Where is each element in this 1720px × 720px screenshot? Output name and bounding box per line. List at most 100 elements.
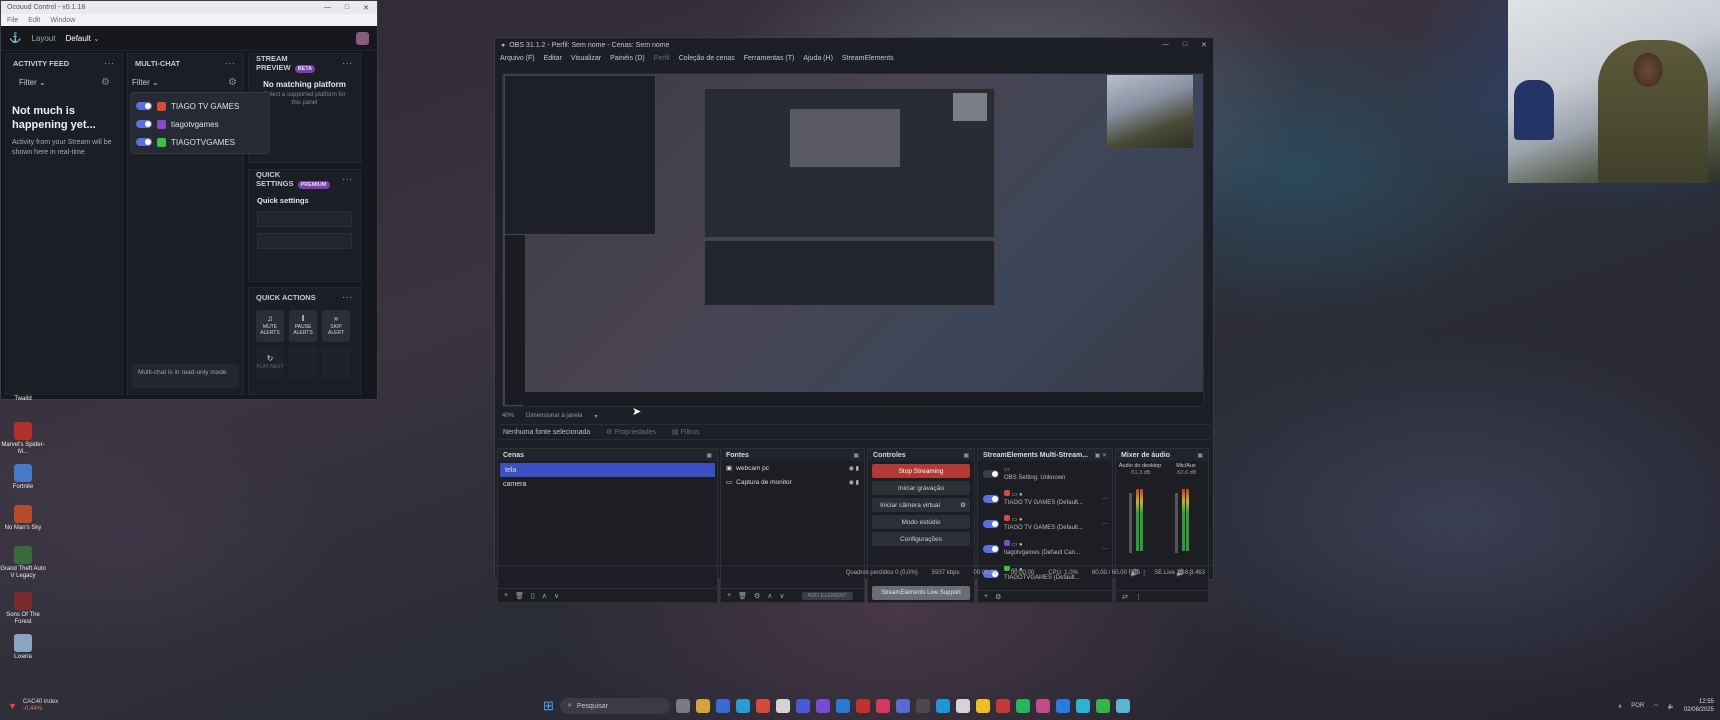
more-icon[interactable]: ···: [1102, 521, 1112, 527]
taskbar-app-icon[interactable]: [935, 699, 950, 713]
taskbar-app-icon[interactable]: [1035, 699, 1050, 713]
multistream-row[interactable]: ▭ ● tiagotvgames (Default Can... ···: [978, 536, 1112, 561]
menu-edit[interactable]: Edit: [28, 17, 40, 24]
multichat-filter-dropdown[interactable]: Filter ⌄: [132, 78, 159, 87]
minimize-icon[interactable]: —: [324, 4, 331, 12]
menu-edit[interactable]: Editar: [544, 55, 562, 62]
quick-action-slot[interactable]: [289, 347, 317, 379]
menu-window[interactable]: Window: [50, 17, 75, 24]
taskbar-app-icon[interactable]: [695, 699, 710, 713]
close-icon[interactable]: ✕: [1201, 41, 1207, 49]
stop-streaming-button[interactable]: Stop Streaming: [872, 464, 970, 478]
taskbar-app-icon[interactable]: [1075, 699, 1090, 713]
avatar[interactable]: [356, 31, 369, 45]
studio-mode-button[interactable]: Modo estúdio: [872, 515, 970, 529]
platform-item[interactable]: TIAGO TV GAMES: [131, 97, 269, 115]
desktop-icon[interactable]: Grand Theft Auto V Legacy: [0, 546, 46, 580]
arrow-down-icon[interactable]: ∨: [779, 592, 784, 600]
taskbar-app-icon[interactable]: [875, 699, 890, 713]
activity-filter-dropdown[interactable]: Filter ⌄: [19, 78, 46, 87]
chevron-up-icon[interactable]: ∧: [1618, 703, 1622, 710]
add-icon[interactable]: +: [984, 593, 988, 600]
source-item[interactable]: ▭ Captura de monitor ◉ ▮: [721, 475, 864, 489]
undock-icon[interactable]: ▣: [963, 452, 969, 459]
menu-profile[interactable]: Perfil: [654, 55, 670, 62]
start-recording-button[interactable]: Iniciar gravação: [872, 481, 970, 495]
undock-icon[interactable]: ▣: [853, 452, 859, 459]
recycle-bin-icon[interactable]: Lixeira: [0, 634, 46, 661]
multistream-row[interactable]: ▭ ● TIAGO TV GAMES (Default... ···: [978, 511, 1112, 536]
wifi-icon[interactable]: ◠: [1653, 703, 1658, 710]
taskbar-app-icon[interactable]: [1115, 699, 1130, 713]
tray-language[interactable]: POR: [1631, 703, 1644, 709]
anchor-icon[interactable]: ⚓: [9, 33, 21, 44]
volume-slider[interactable]: [1175, 493, 1178, 553]
skip-alert-button[interactable]: » SKIP ALERT: [322, 310, 350, 342]
taskbar-app-icon[interactable]: [855, 699, 870, 713]
filters-button[interactable]: ▤ Filtros: [672, 428, 700, 436]
gear-icon[interactable]: ⚙: [995, 593, 1001, 601]
taskbar-app-icon[interactable]: [755, 699, 770, 713]
arrow-up-icon[interactable]: ∧: [542, 592, 547, 600]
maximize-icon[interactable]: □: [345, 4, 349, 12]
menu-docks[interactable]: Painéis (D): [610, 55, 645, 62]
stream-toggle[interactable]: [983, 494, 999, 503]
quick-action-slot[interactable]: [322, 347, 350, 379]
pause-alerts-button[interactable]: ‖ PAUSE ALERTS: [289, 310, 317, 342]
gear-icon[interactable]: ⚙: [101, 77, 110, 88]
quick-setting-field[interactable]: [257, 233, 352, 249]
taskbar-app-icon[interactable]: [1055, 699, 1070, 713]
menu-streamelements[interactable]: StreamElements: [842, 55, 894, 62]
close-icon[interactable]: ▣ ✕: [1095, 452, 1107, 459]
taskbar-app-icon[interactable]: [915, 699, 930, 713]
add-icon[interactable]: +: [727, 592, 731, 599]
arrow-up-icon[interactable]: ∧: [767, 592, 772, 600]
taskbar-app-icon[interactable]: [975, 699, 990, 713]
multistream-row[interactable]: ▭ ● TIAGO TV GAMES (Default... ···: [978, 486, 1112, 511]
taskbar-app-icon[interactable]: [715, 699, 730, 713]
maximize-icon[interactable]: □: [1183, 41, 1187, 49]
platform-toggle[interactable]: [136, 102, 152, 110]
taskbar-app-icon[interactable]: [1095, 699, 1110, 713]
add-element-button[interactable]: ADD ELEMENT: [801, 591, 853, 600]
clock[interactable]: 12:55 02/08/2025: [1684, 698, 1714, 714]
speaker-icon[interactable]: 🔈: [1667, 703, 1674, 710]
undock-icon[interactable]: ▣: [1197, 452, 1203, 459]
more-icon[interactable]: ···: [343, 175, 354, 184]
zoom-mode-select[interactable]: Dimensionar à janela: [526, 413, 582, 419]
live-support-button[interactable]: StreamElements Live Support: [872, 586, 970, 600]
more-icon[interactable]: ⋮: [1135, 593, 1142, 601]
gear-icon[interactable]: ⚙: [754, 592, 760, 600]
trash-icon[interactable]: 🗑: [515, 592, 524, 600]
menu-scene-collection[interactable]: Coleção de cenas: [679, 55, 735, 62]
properties-button[interactable]: ⚙ Propriedades: [606, 428, 656, 436]
trash-icon[interactable]: 🗑: [738, 592, 747, 600]
quick-setting-field[interactable]: [257, 211, 352, 227]
add-icon[interactable]: +: [504, 592, 508, 599]
more-icon[interactable]: ···: [343, 293, 354, 302]
menu-tools[interactable]: Ferramentas (T): [744, 55, 795, 62]
desktop-icon[interactable]: No Man's Sky: [0, 505, 46, 532]
desktop-icon[interactable]: Twaitd: [0, 396, 46, 403]
menu-view[interactable]: Visualizar: [571, 55, 601, 62]
desktop-icon[interactable]: Fortnite: [0, 464, 46, 491]
multistream-row[interactable]: ▭ OBS Setting: Unknown: [978, 461, 1112, 486]
taskbar-app-icon[interactable]: [675, 699, 690, 713]
obs-preview-canvas[interactable]: [502, 73, 1204, 407]
taskbar-app-icon[interactable]: [955, 699, 970, 713]
stream-toggle[interactable]: [983, 544, 999, 553]
scene-item[interactable]: tela: [500, 463, 715, 477]
taskbar-app-icon[interactable]: [895, 699, 910, 713]
menu-file[interactable]: File: [7, 17, 18, 24]
virtual-camera-button[interactable]: Iniciar câmera virtual ⚙: [872, 498, 970, 512]
platform-toggle[interactable]: [136, 120, 152, 128]
chevron-down-icon[interactable]: ▾: [594, 413, 597, 420]
taskbar-app-icon[interactable]: [735, 699, 750, 713]
stream-toggle[interactable]: [983, 469, 999, 478]
taskbar-app-icon[interactable]: [775, 699, 790, 713]
minimize-icon[interactable]: —: [1162, 41, 1169, 49]
volume-slider[interactable]: [1129, 493, 1132, 553]
taskbar-app-icon[interactable]: [835, 699, 850, 713]
stock-widget[interactable]: ▼ CAC40 index -0,44%: [8, 699, 58, 713]
link-icon[interactable]: ⇄: [1122, 593, 1128, 601]
